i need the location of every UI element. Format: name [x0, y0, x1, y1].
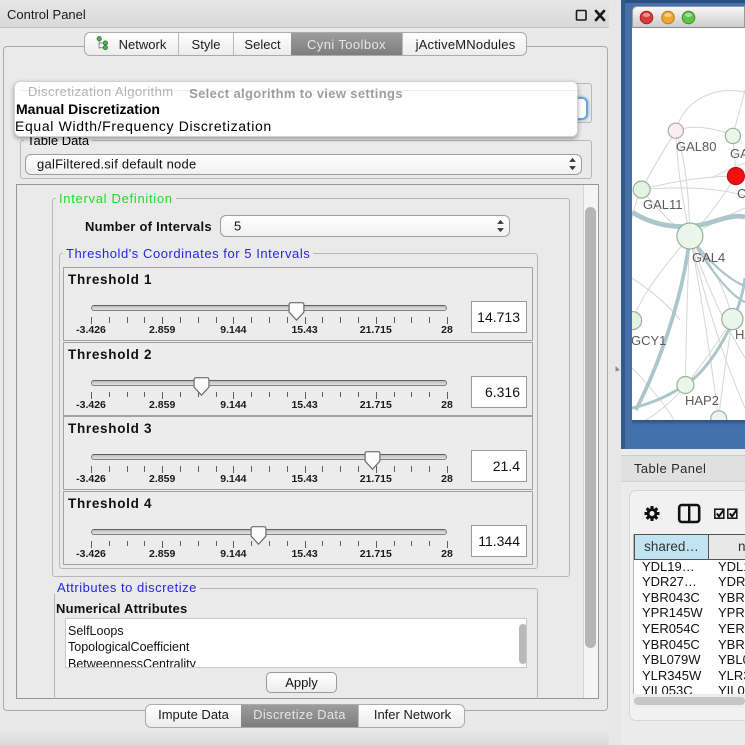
svg-text:GAL11: GAL11	[643, 197, 683, 212]
svg-text:GAL: GAL	[730, 146, 745, 161]
svg-text:HAP2: HAP2	[685, 393, 719, 408]
svg-text:GCY1: GCY1	[632, 333, 666, 348]
svg-text:HA: HA	[735, 327, 745, 342]
svg-text:CY: CY	[737, 186, 745, 201]
svg-text:GAL80: GAL80	[676, 139, 716, 154]
svg-text:GAL4: GAL4	[692, 250, 725, 265]
